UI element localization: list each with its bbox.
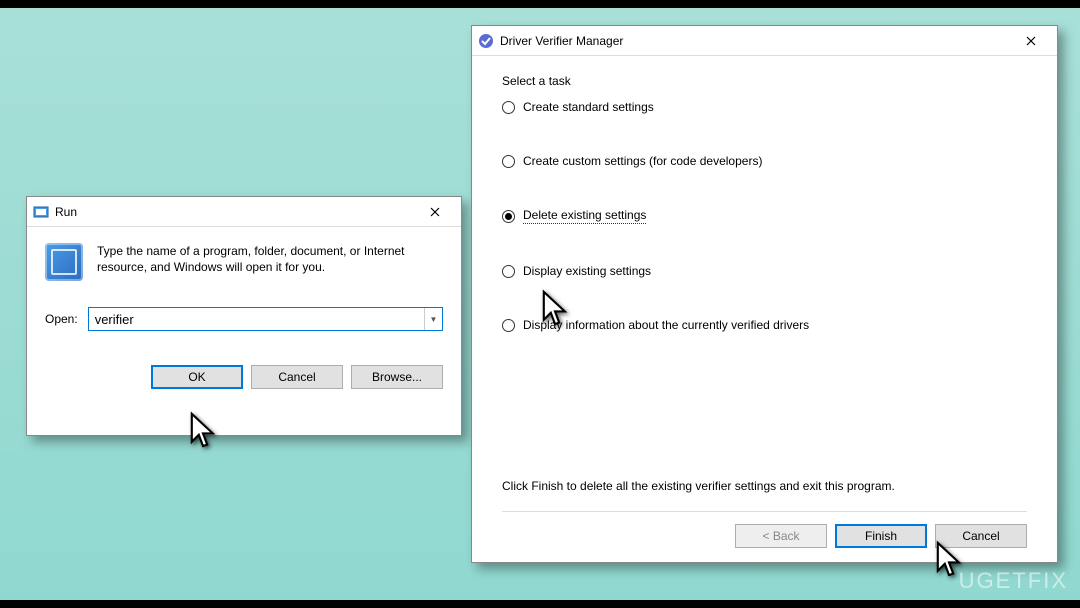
radio-icon [502, 319, 515, 332]
finish-button[interactable]: Finish [835, 524, 927, 548]
radio-icon [502, 101, 515, 114]
open-combobox[interactable]: ▼ [88, 307, 443, 331]
cancel-button[interactable]: Cancel [251, 365, 343, 389]
letterbox-bottom [0, 600, 1080, 608]
run-body: Type the name of a program, folder, docu… [27, 227, 461, 403]
radio-display-existing[interactable]: Display existing settings [502, 264, 1027, 278]
radio-display-info[interactable]: Display information about the currently … [502, 318, 1027, 332]
letterbox-top [0, 0, 1080, 8]
verifier-cancel-button[interactable]: Cancel [935, 524, 1027, 548]
close-icon [430, 207, 440, 217]
run-description: Type the name of a program, folder, docu… [97, 243, 443, 281]
radio-icon [502, 210, 515, 223]
run-app-icon [45, 243, 83, 281]
run-titlebar: Run [27, 197, 461, 227]
verifier-title: Driver Verifier Manager [500, 34, 1011, 48]
radio-delete-existing[interactable]: Delete existing settings [502, 208, 1027, 224]
radio-label: Display information about the currently … [523, 318, 809, 332]
browse-button[interactable]: Browse... [351, 365, 443, 389]
back-button: < Back [735, 524, 827, 548]
chevron-down-icon[interactable]: ▼ [424, 308, 442, 330]
open-input[interactable] [89, 308, 424, 330]
radio-label: Display existing settings [523, 264, 651, 278]
radio-label: Create standard settings [523, 100, 654, 114]
ok-button[interactable]: OK [151, 365, 243, 389]
radio-label: Delete existing settings [523, 208, 646, 224]
run-titlebar-icon [33, 204, 49, 220]
verifier-hint: Click Finish to delete all the existing … [502, 479, 1027, 493]
run-title: Run [55, 205, 415, 219]
verifier-titlebar-icon [478, 33, 494, 49]
task-radio-group: Create standard settings Create custom s… [502, 100, 1027, 469]
verifier-body: Select a task Create standard settings C… [472, 56, 1057, 562]
verifier-close-button[interactable] [1011, 27, 1051, 55]
open-label: Open: [45, 312, 78, 326]
run-close-button[interactable] [415, 198, 455, 226]
separator [502, 511, 1027, 512]
task-group-label: Select a task [502, 74, 1027, 88]
radio-create-custom[interactable]: Create custom settings (for code develop… [502, 154, 1027, 168]
verifier-titlebar: Driver Verifier Manager [472, 26, 1057, 56]
radio-icon [502, 265, 515, 278]
run-dialog: Run Type the name of a program, folder, … [26, 196, 462, 436]
radio-icon [502, 155, 515, 168]
radio-label: Create custom settings (for code develop… [523, 154, 762, 168]
close-icon [1026, 36, 1036, 46]
watermark: UGETFIX [959, 568, 1068, 594]
radio-create-standard[interactable]: Create standard settings [502, 100, 1027, 114]
verifier-dialog: Driver Verifier Manager Select a task Cr… [471, 25, 1058, 563]
